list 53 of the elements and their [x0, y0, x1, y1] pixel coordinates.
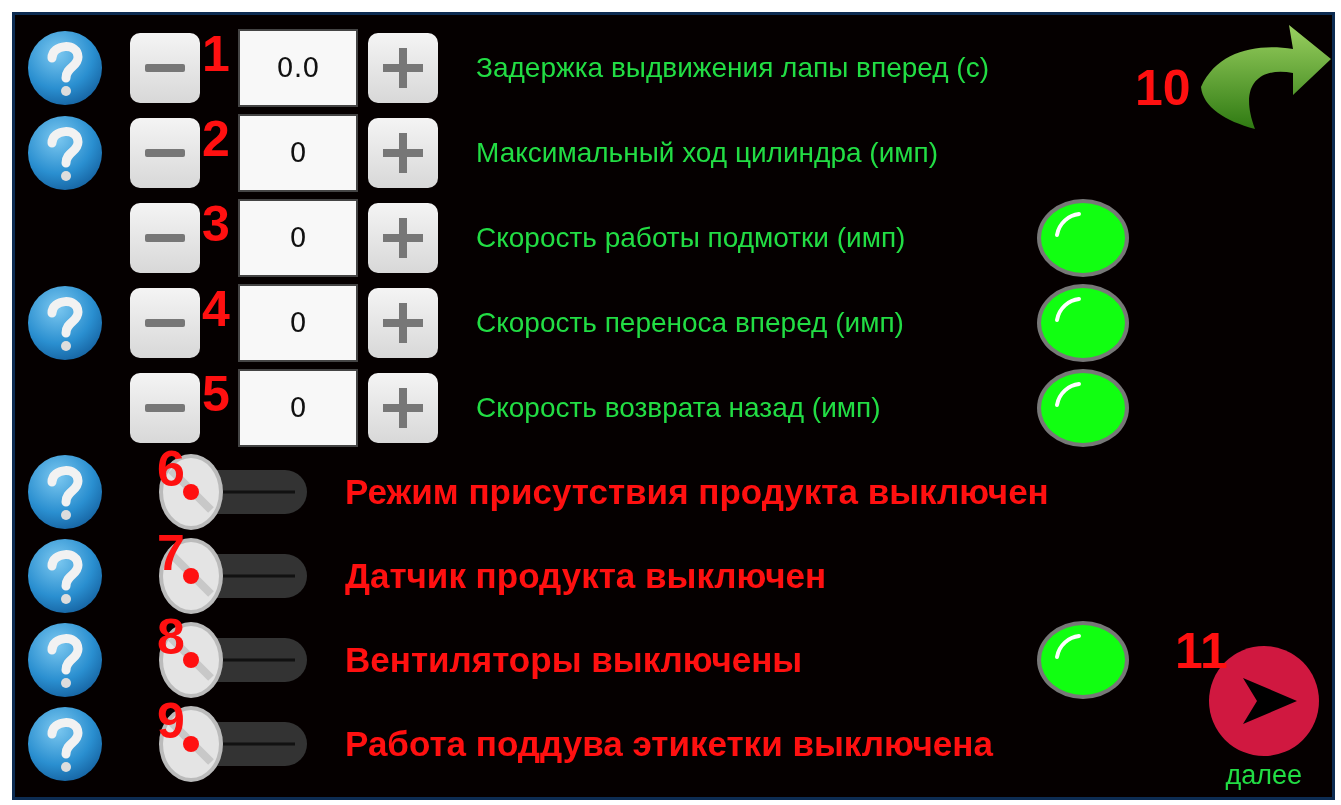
- toggle-switch[interactable]: [157, 704, 309, 784]
- minus-icon: [145, 231, 185, 244]
- plus-button[interactable]: [368, 202, 438, 273]
- marker-number: 5: [202, 369, 231, 419]
- plus-icon: [383, 217, 423, 258]
- next-label: далее: [1225, 760, 1303, 791]
- plus-icon: [383, 47, 423, 88]
- minus-button[interactable]: [130, 287, 200, 358]
- marker-number: 10: [1135, 63, 1191, 113]
- plus-icon: [383, 302, 423, 343]
- plus-button[interactable]: [368, 287, 438, 358]
- help-icon[interactable]: [27, 114, 103, 191]
- status-label: Режим присутствия продукта выключен: [345, 472, 1049, 512]
- marker-number: 4: [202, 284, 231, 334]
- minus-icon: [145, 146, 185, 159]
- number-field[interactable]: 0: [238, 283, 358, 362]
- help-icon[interactable]: [27, 284, 103, 361]
- help-icon[interactable]: [27, 454, 103, 530]
- help-icon[interactable]: [27, 29, 103, 106]
- parameter-label: Скорость возврата назад (имп): [476, 391, 881, 424]
- plus-icon: [383, 387, 423, 428]
- status-label: Датчик продукта выключен: [345, 556, 827, 596]
- marker-number: 3: [202, 199, 231, 249]
- minus-icon: [145, 316, 185, 329]
- minus-icon: [145, 61, 185, 74]
- help-icon[interactable]: [27, 538, 103, 614]
- number-field[interactable]: 0: [238, 368, 358, 447]
- minus-button[interactable]: [130, 32, 200, 103]
- help-icon[interactable]: [27, 706, 103, 782]
- plus-button[interactable]: [368, 372, 438, 443]
- status-label: Работа поддува этикетки выключена: [345, 724, 993, 764]
- status-label: Вентиляторы выключены: [345, 640, 803, 680]
- plus-button[interactable]: [368, 32, 438, 103]
- minus-button[interactable]: [130, 117, 200, 188]
- minus-button[interactable]: [130, 202, 200, 273]
- minus-icon: [145, 401, 185, 414]
- number-field[interactable]: 0.0: [238, 28, 358, 107]
- number-field[interactable]: 0: [238, 113, 358, 192]
- marker-number: 1: [202, 29, 231, 79]
- parameter-label: Максимальный ход цилиндра (имп): [476, 136, 938, 169]
- parameter-label: Скорость переноса вперед (имп): [476, 306, 904, 339]
- toggle-switch[interactable]: [157, 536, 309, 616]
- plus-button[interactable]: [368, 117, 438, 188]
- plus-icon: [383, 132, 423, 173]
- help-icon[interactable]: [27, 622, 103, 698]
- parameter-label: Скорость работы подмотки (имп): [476, 221, 906, 254]
- number-field[interactable]: 0: [238, 198, 358, 277]
- marker-number: 2: [202, 114, 231, 164]
- minus-button[interactable]: [130, 372, 200, 443]
- marker-number: 11: [1175, 626, 1228, 676]
- parameter-label: Задержка выдвижения лапы вперед (с): [476, 51, 989, 84]
- toggle-switch[interactable]: [157, 452, 309, 532]
- toggle-switch[interactable]: [157, 620, 309, 700]
